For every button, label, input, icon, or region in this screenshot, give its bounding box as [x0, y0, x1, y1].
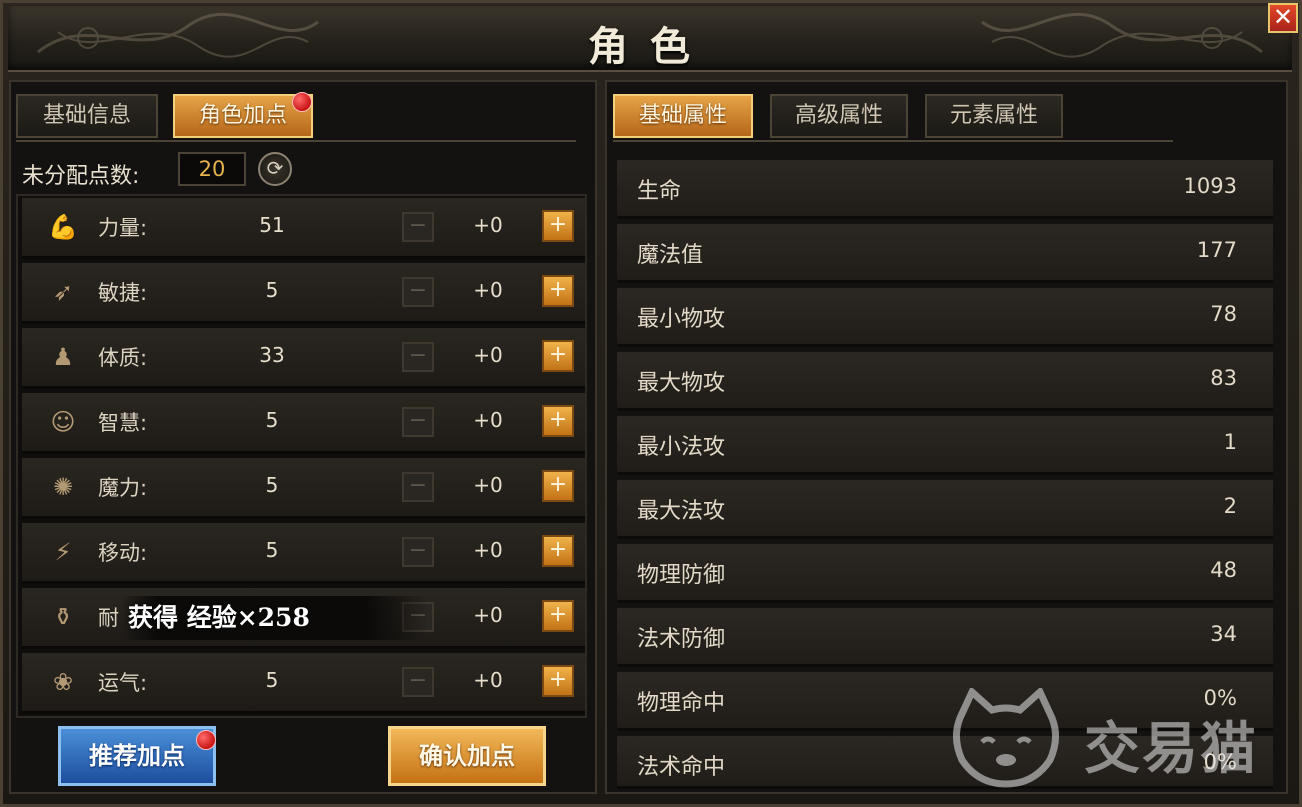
stat-bonus: +0 — [473, 538, 503, 562]
constitution-icon: ♟ — [52, 343, 74, 371]
ornament-right-icon — [981, 12, 1263, 58]
stat-row-movement: ⚡ 移动: 5 − +0 + — [22, 523, 585, 584]
attribute-row: 生命 1093 — [617, 160, 1273, 219]
stat-label: 敏捷: — [98, 281, 148, 305]
unallocated-points-value: 20 — [178, 152, 246, 186]
reset-points-icon[interactable]: ⟳ — [258, 152, 292, 186]
attribute-name: 最小物攻 — [637, 307, 726, 332]
notification-badge — [292, 92, 312, 112]
stat-row-agility: ➶ 敏捷: 5 − +0 + — [22, 263, 585, 324]
stat-row-luck: ❀ 运气: 5 − +0 + — [22, 653, 585, 714]
stat-value: 51 — [259, 213, 285, 237]
agility-icon: ➶ — [52, 278, 74, 306]
strength-icon: 💪 — [48, 213, 78, 241]
watermark: 交易猫 — [950, 688, 1270, 788]
attribute-value: 83 — [1210, 366, 1237, 390]
stat-row-strength: 💪 力量: 51 − +0 + — [22, 198, 585, 259]
attribute-row: 魔法值 177 — [617, 224, 1273, 283]
increase-button[interactable]: + — [542, 210, 574, 242]
attribute-name: 物理命中 — [637, 691, 726, 716]
unallocated-points-label: 未分配点数: — [22, 164, 140, 189]
increase-button[interactable]: + — [542, 600, 574, 632]
stat-bonus: +0 — [473, 278, 503, 302]
exp-gain-toast: 获得 经验×258 — [120, 596, 428, 640]
increase-button[interactable]: + — [542, 275, 574, 307]
attribute-name: 最小法攻 — [637, 435, 726, 460]
stat-label: 移动: — [98, 541, 148, 565]
stat-bonus: +0 — [473, 408, 503, 432]
decrease-button[interactable]: − — [402, 472, 434, 502]
stat-label: 运气: — [98, 671, 148, 695]
stat-label: 智慧: — [98, 411, 148, 435]
luck-icon: ❀ — [52, 668, 74, 696]
movement-icon: ⚡ — [54, 538, 72, 566]
stat-row-wisdom: ☺ 智慧: 5 − +0 + — [22, 393, 585, 454]
decrease-button[interactable]: − — [402, 277, 434, 307]
tab-advanced-attributes[interactable]: 高级属性 — [770, 94, 908, 138]
tab-basic-info[interactable]: 基础信息 — [16, 94, 158, 138]
watermark-text: 交易猫 — [1084, 717, 1258, 782]
stat-label: 魔力: — [98, 476, 148, 500]
stat-value: 5 — [265, 278, 279, 302]
attribute-name: 法术防御 — [637, 627, 726, 652]
attribute-name: 最大物攻 — [637, 371, 726, 396]
cat-logo-icon — [953, 688, 1059, 788]
notification-badge — [196, 730, 216, 750]
attribute-value: 1 — [1223, 430, 1237, 454]
stat-value: 5 — [265, 538, 279, 562]
decrease-button[interactable]: − — [402, 667, 434, 697]
stat-row-constitution: ♟ 体质: 33 − +0 + — [22, 328, 585, 389]
attribute-value: 177 — [1196, 238, 1237, 262]
tab-underline — [613, 140, 1173, 142]
stat-value: 5 — [265, 668, 279, 692]
increase-button[interactable]: + — [542, 470, 574, 502]
attribute-value: 2 — [1223, 494, 1237, 518]
increase-button[interactable]: + — [542, 535, 574, 567]
tab-basic-attributes[interactable]: 基础属性 — [613, 94, 753, 138]
stat-value: 5 — [265, 473, 279, 497]
stat-value: 33 — [259, 343, 285, 367]
attribute-value: 34 — [1210, 622, 1237, 646]
stat-bonus: +0 — [473, 473, 503, 497]
stat-bonus: +0 — [473, 603, 503, 627]
decrease-button[interactable]: − — [402, 212, 434, 242]
stat-row-magic: ✺ 魔力: 5 − +0 + — [22, 458, 585, 519]
attribute-value: 48 — [1210, 558, 1237, 582]
stat-label: 力量: — [98, 216, 148, 240]
attribute-value: 1093 — [1183, 174, 1237, 198]
stat-label: 耐 — [98, 606, 119, 630]
attribute-name: 生命 — [637, 179, 682, 204]
title-bar: 角色 — [8, 6, 1292, 72]
magic-icon: ✺ — [52, 473, 74, 501]
tab-element-attributes[interactable]: 元素属性 — [925, 94, 1063, 138]
increase-button[interactable]: + — [542, 405, 574, 437]
recommend-points-button[interactable]: 推荐加点 — [58, 726, 216, 786]
stat-bonus: +0 — [473, 343, 503, 367]
tab-underline — [16, 140, 576, 142]
attribute-row: 最小物攻 78 — [617, 288, 1273, 347]
increase-button[interactable]: + — [542, 340, 574, 372]
attribute-row: 物理防御 48 — [617, 544, 1273, 603]
attribute-name: 物理防御 — [637, 563, 726, 588]
stat-value: 5 — [265, 408, 279, 432]
attribute-row: 最小法攻 1 — [617, 416, 1273, 475]
confirm-points-button[interactable]: 确认加点 — [388, 726, 546, 786]
attribute-name: 魔法值 — [637, 243, 704, 268]
increase-button[interactable]: + — [542, 665, 574, 697]
decrease-button[interactable]: − — [402, 537, 434, 567]
endurance-icon: ⚱ — [52, 603, 74, 631]
close-button[interactable]: ✕ — [1268, 3, 1298, 33]
decrease-button[interactable]: − — [402, 407, 434, 437]
stat-label: 体质: — [98, 346, 148, 370]
attribute-row: 最大物攻 83 — [617, 352, 1273, 411]
stat-bonus: +0 — [473, 213, 503, 237]
stat-bonus: +0 — [473, 668, 503, 692]
decrease-button[interactable]: − — [402, 342, 434, 372]
wisdom-icon: ☺ — [50, 408, 76, 436]
attribute-row: 最大法攻 2 — [617, 480, 1273, 539]
attribute-value: 78 — [1210, 302, 1237, 326]
attribute-name: 法术命中 — [637, 755, 726, 780]
attribute-row: 法术防御 34 — [617, 608, 1273, 667]
attribute-name: 最大法攻 — [637, 499, 726, 524]
